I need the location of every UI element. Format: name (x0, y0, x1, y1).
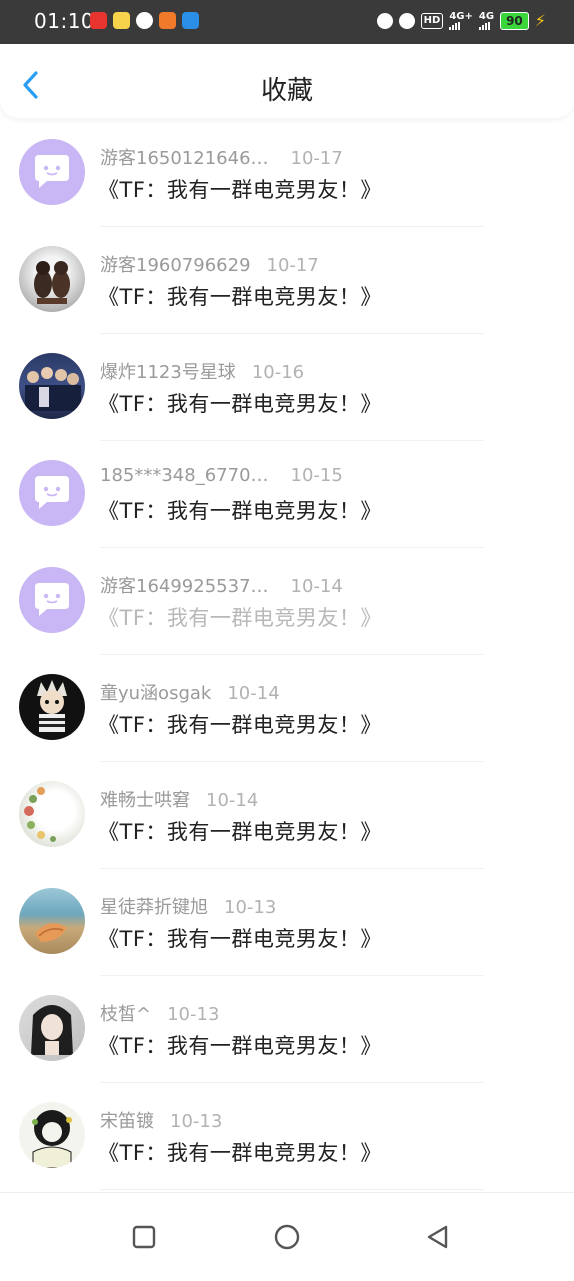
app-notification-icon (159, 12, 176, 29)
recent-apps-button[interactable] (130, 1223, 158, 1251)
item-meta: 星徒莽折键旭 10-13 (100, 893, 276, 919)
avatar[interactable] (19, 139, 85, 205)
list-item[interactable]: 星徒莽折键旭 10-13 《TF：我有一群电竞男友！》 (0, 869, 574, 976)
hd-icon: HD (420, 12, 444, 29)
item-date: 10-14 (290, 576, 343, 597)
signal-icon: 4G+ (449, 11, 473, 30)
user-name: 童yu涵osgak (100, 683, 212, 704)
system-back-button[interactable] (424, 1223, 452, 1251)
user-name: 宋笛镀 (100, 1111, 154, 1132)
item-date: 10-14 (206, 790, 259, 811)
list-item[interactable]: 185***348_6770… 10-15 《TF：我有一群电竞男友！》 (0, 441, 574, 548)
status-bar: 01:10 HD 4G+ 4G 90 ⚡ (0, 0, 574, 44)
user-name: 爆炸1123号星球 (100, 362, 236, 383)
user-name: 枝皙^ (100, 1004, 152, 1025)
triangle-back-icon (427, 1225, 448, 1249)
page-title: 收藏 (260, 76, 313, 106)
figurine-image (34, 261, 70, 304)
list-item[interactable]: 枝皙^ 10-13 《TF：我有一群电竞男友！》 (0, 976, 574, 1083)
default-avatar-icon (35, 583, 69, 616)
default-avatar-icon (35, 476, 69, 509)
user-name: 游客1649925537… (100, 576, 269, 597)
circle-icon (274, 1224, 300, 1250)
list-item[interactable]: 难畅士哄窘 10-14 《TF：我有一群电竞男友！》 (0, 762, 574, 869)
item-title: 《TF：我有一群电竞男友！》 (98, 606, 382, 630)
item-meta: 宋笛镀 10-13 (100, 1107, 222, 1133)
home-button[interactable] (273, 1223, 301, 1251)
list-item[interactable]: 爆炸1123号星球 10-16 《TF：我有一群电竞男友！》 (0, 334, 574, 441)
avatar[interactable] (19, 353, 85, 419)
charging-icon: ⚡ (534, 11, 546, 30)
divider (100, 1189, 484, 1190)
item-meta: 枝皙^ 10-13 (100, 1000, 219, 1026)
avatar[interactable] (19, 567, 85, 633)
avatar[interactable] (19, 995, 85, 1061)
favorites-list: 游客1650121646… 10-17 《TF：我有一群电竞男友！》 游客1960… (0, 120, 574, 1190)
item-meta: 难畅士哄窘 10-14 (100, 786, 258, 812)
user-name: 185***348_6770… (100, 465, 269, 486)
portrait-image (31, 1005, 73, 1055)
item-title: 《TF：我有一群电竞男友！》 (98, 392, 382, 416)
avatar[interactable] (19, 674, 85, 740)
item-meta: 爆炸1123号星球 10-16 (100, 358, 304, 384)
list-item[interactable]: 游客1960796629 10-17 《TF：我有一群电竞男友！》 (0, 227, 574, 334)
item-meta: 游客1960796629 10-17 (100, 251, 319, 277)
item-title: 《TF：我有一群电竞男友！》 (98, 1141, 382, 1165)
list-item[interactable]: 童yu涵osgak 10-14 《TF：我有一群电竞男友！》 (0, 655, 574, 762)
list-item[interactable]: 游客1649925537… 10-14 《TF：我有一群电竞男友！》 (0, 548, 574, 655)
item-date: 10-14 (227, 683, 280, 704)
cartoon-avatar-image (37, 680, 67, 732)
user-name: 游客1960796629 (100, 255, 251, 276)
default-avatar-icon (35, 155, 69, 188)
square-icon (132, 1225, 156, 1249)
compass-icon (136, 12, 153, 29)
app-notification-icon (90, 12, 107, 29)
avatar[interactable] (19, 460, 85, 526)
notification-icons (90, 12, 199, 29)
system-nav-bar (0, 1192, 574, 1281)
item-date: 10-15 (290, 465, 343, 486)
item-date: 10-17 (266, 255, 319, 276)
item-title: 《TF：我有一群电竞男友！》 (98, 499, 382, 523)
item-title: 《TF：我有一群电竞男友！》 (98, 1034, 382, 1058)
beach-shell-image (35, 923, 67, 942)
signal-icon: 4G (478, 11, 494, 30)
page-header: 收藏 (0, 44, 574, 118)
item-title: 《TF：我有一群电竞男友！》 (98, 713, 382, 737)
item-meta: 游客1650121646… 10-17 (100, 144, 343, 170)
avatar[interactable] (19, 781, 85, 847)
avatar[interactable] (19, 246, 85, 312)
user-name: 游客1650121646… (100, 148, 269, 169)
list-item[interactable]: 宋笛镀 10-13 《TF：我有一群电竞男友！》 (0, 1083, 574, 1190)
item-date: 10-13 (167, 1004, 220, 1025)
sketch-avatar-image (32, 1110, 72, 1168)
item-meta: 童yu涵osgak 10-14 (100, 679, 280, 705)
status-time: 01:10 (34, 9, 95, 33)
item-title: 《TF：我有一群电竞男友！》 (98, 285, 382, 309)
item-meta: 185***348_6770… 10-15 (100, 465, 343, 486)
user-name: 星徒莽折键旭 (100, 897, 208, 918)
item-date: 10-13 (170, 1111, 223, 1132)
item-title: 《TF：我有一群电竞男友！》 (98, 927, 382, 951)
battery-icon: 90 (500, 11, 529, 30)
alarm-icon (376, 12, 393, 29)
avatar[interactable] (19, 1102, 85, 1168)
group-photo-image (25, 367, 81, 411)
item-date: 10-17 (290, 148, 343, 169)
flower-wreath-image (24, 787, 56, 842)
send-icon (182, 12, 199, 29)
speed-icon (398, 12, 415, 29)
list-item[interactable]: 游客1650121646… 10-17 《TF：我有一群电竞男友！》 (0, 120, 574, 227)
item-date: 10-13 (224, 897, 277, 918)
item-title: 《TF：我有一群电竞男友！》 (98, 820, 382, 844)
app-notification-icon (113, 12, 130, 29)
item-date: 10-16 (251, 362, 305, 383)
avatar[interactable] (19, 888, 85, 954)
item-meta: 游客1649925537… 10-14 (100, 572, 343, 598)
item-title: 《TF：我有一群电竞男友！》 (98, 178, 382, 202)
user-name: 难畅士哄窘 (100, 790, 190, 811)
status-indicators: HD 4G+ 4G 90 ⚡ (376, 11, 546, 30)
